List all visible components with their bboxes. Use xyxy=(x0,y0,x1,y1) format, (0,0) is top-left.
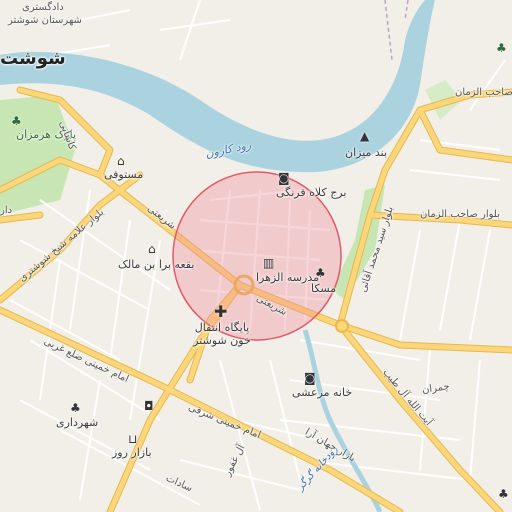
roundabout-east xyxy=(335,319,349,333)
tree-icon-4: ♣ xyxy=(496,41,507,55)
monument-icon: ▲ xyxy=(360,129,370,143)
place-bazar-rooz: بازار روز xyxy=(112,446,152,459)
place-maska: مسکا xyxy=(311,282,337,295)
camera-icon: ◙ xyxy=(278,171,290,185)
camera-icon-2: ◙ xyxy=(304,371,316,385)
tree-icon-3: ♣ xyxy=(70,401,81,415)
city-label: شوشت xyxy=(0,48,66,69)
place-partial-left: دار xyxy=(0,205,13,216)
place-borj-kolah: برج کلاه فرنگی xyxy=(276,186,347,199)
place-shahrestan: شهرستان شوشتر xyxy=(8,15,82,26)
tree-icon: ♣ xyxy=(11,114,22,128)
place-shahrdari: شهرداری xyxy=(56,416,99,429)
place-khane-marashi: خانه مرعشی xyxy=(292,386,353,399)
map-view[interactable]: شوشت دادگستری شهرستان شوشتر رود کارون رو… xyxy=(0,0,512,512)
tree-icon-2: ♣ xyxy=(315,266,326,280)
school-icon: ▥ xyxy=(263,256,275,270)
place-dadgostari: دادگستری xyxy=(22,2,64,13)
place-paygah: پایگاه انتقال خون شوشتر xyxy=(193,321,251,347)
tree-icon-5: ♣ xyxy=(498,487,509,501)
shopping-bag-icon: ◘ xyxy=(144,399,154,413)
place-madrese: مدرسه الزهرا xyxy=(256,271,319,284)
shop-icon: ⌂ xyxy=(117,154,125,168)
street-sahebzaman-top: صاحب الزمان xyxy=(455,87,512,98)
shrine-icon: ⌂ xyxy=(148,242,156,256)
cart-icon: ⊔ xyxy=(128,432,138,446)
medical-cross-icon: ✚ xyxy=(214,302,228,321)
place-boghe: بقعه برا بن مالک xyxy=(118,258,195,271)
street-blvd-sahebzaman: بلوار صاحب الزمان xyxy=(420,209,500,220)
place-mostowfi: مستوفی xyxy=(104,168,144,181)
place-bond-mizan: بند میزان xyxy=(345,146,388,159)
